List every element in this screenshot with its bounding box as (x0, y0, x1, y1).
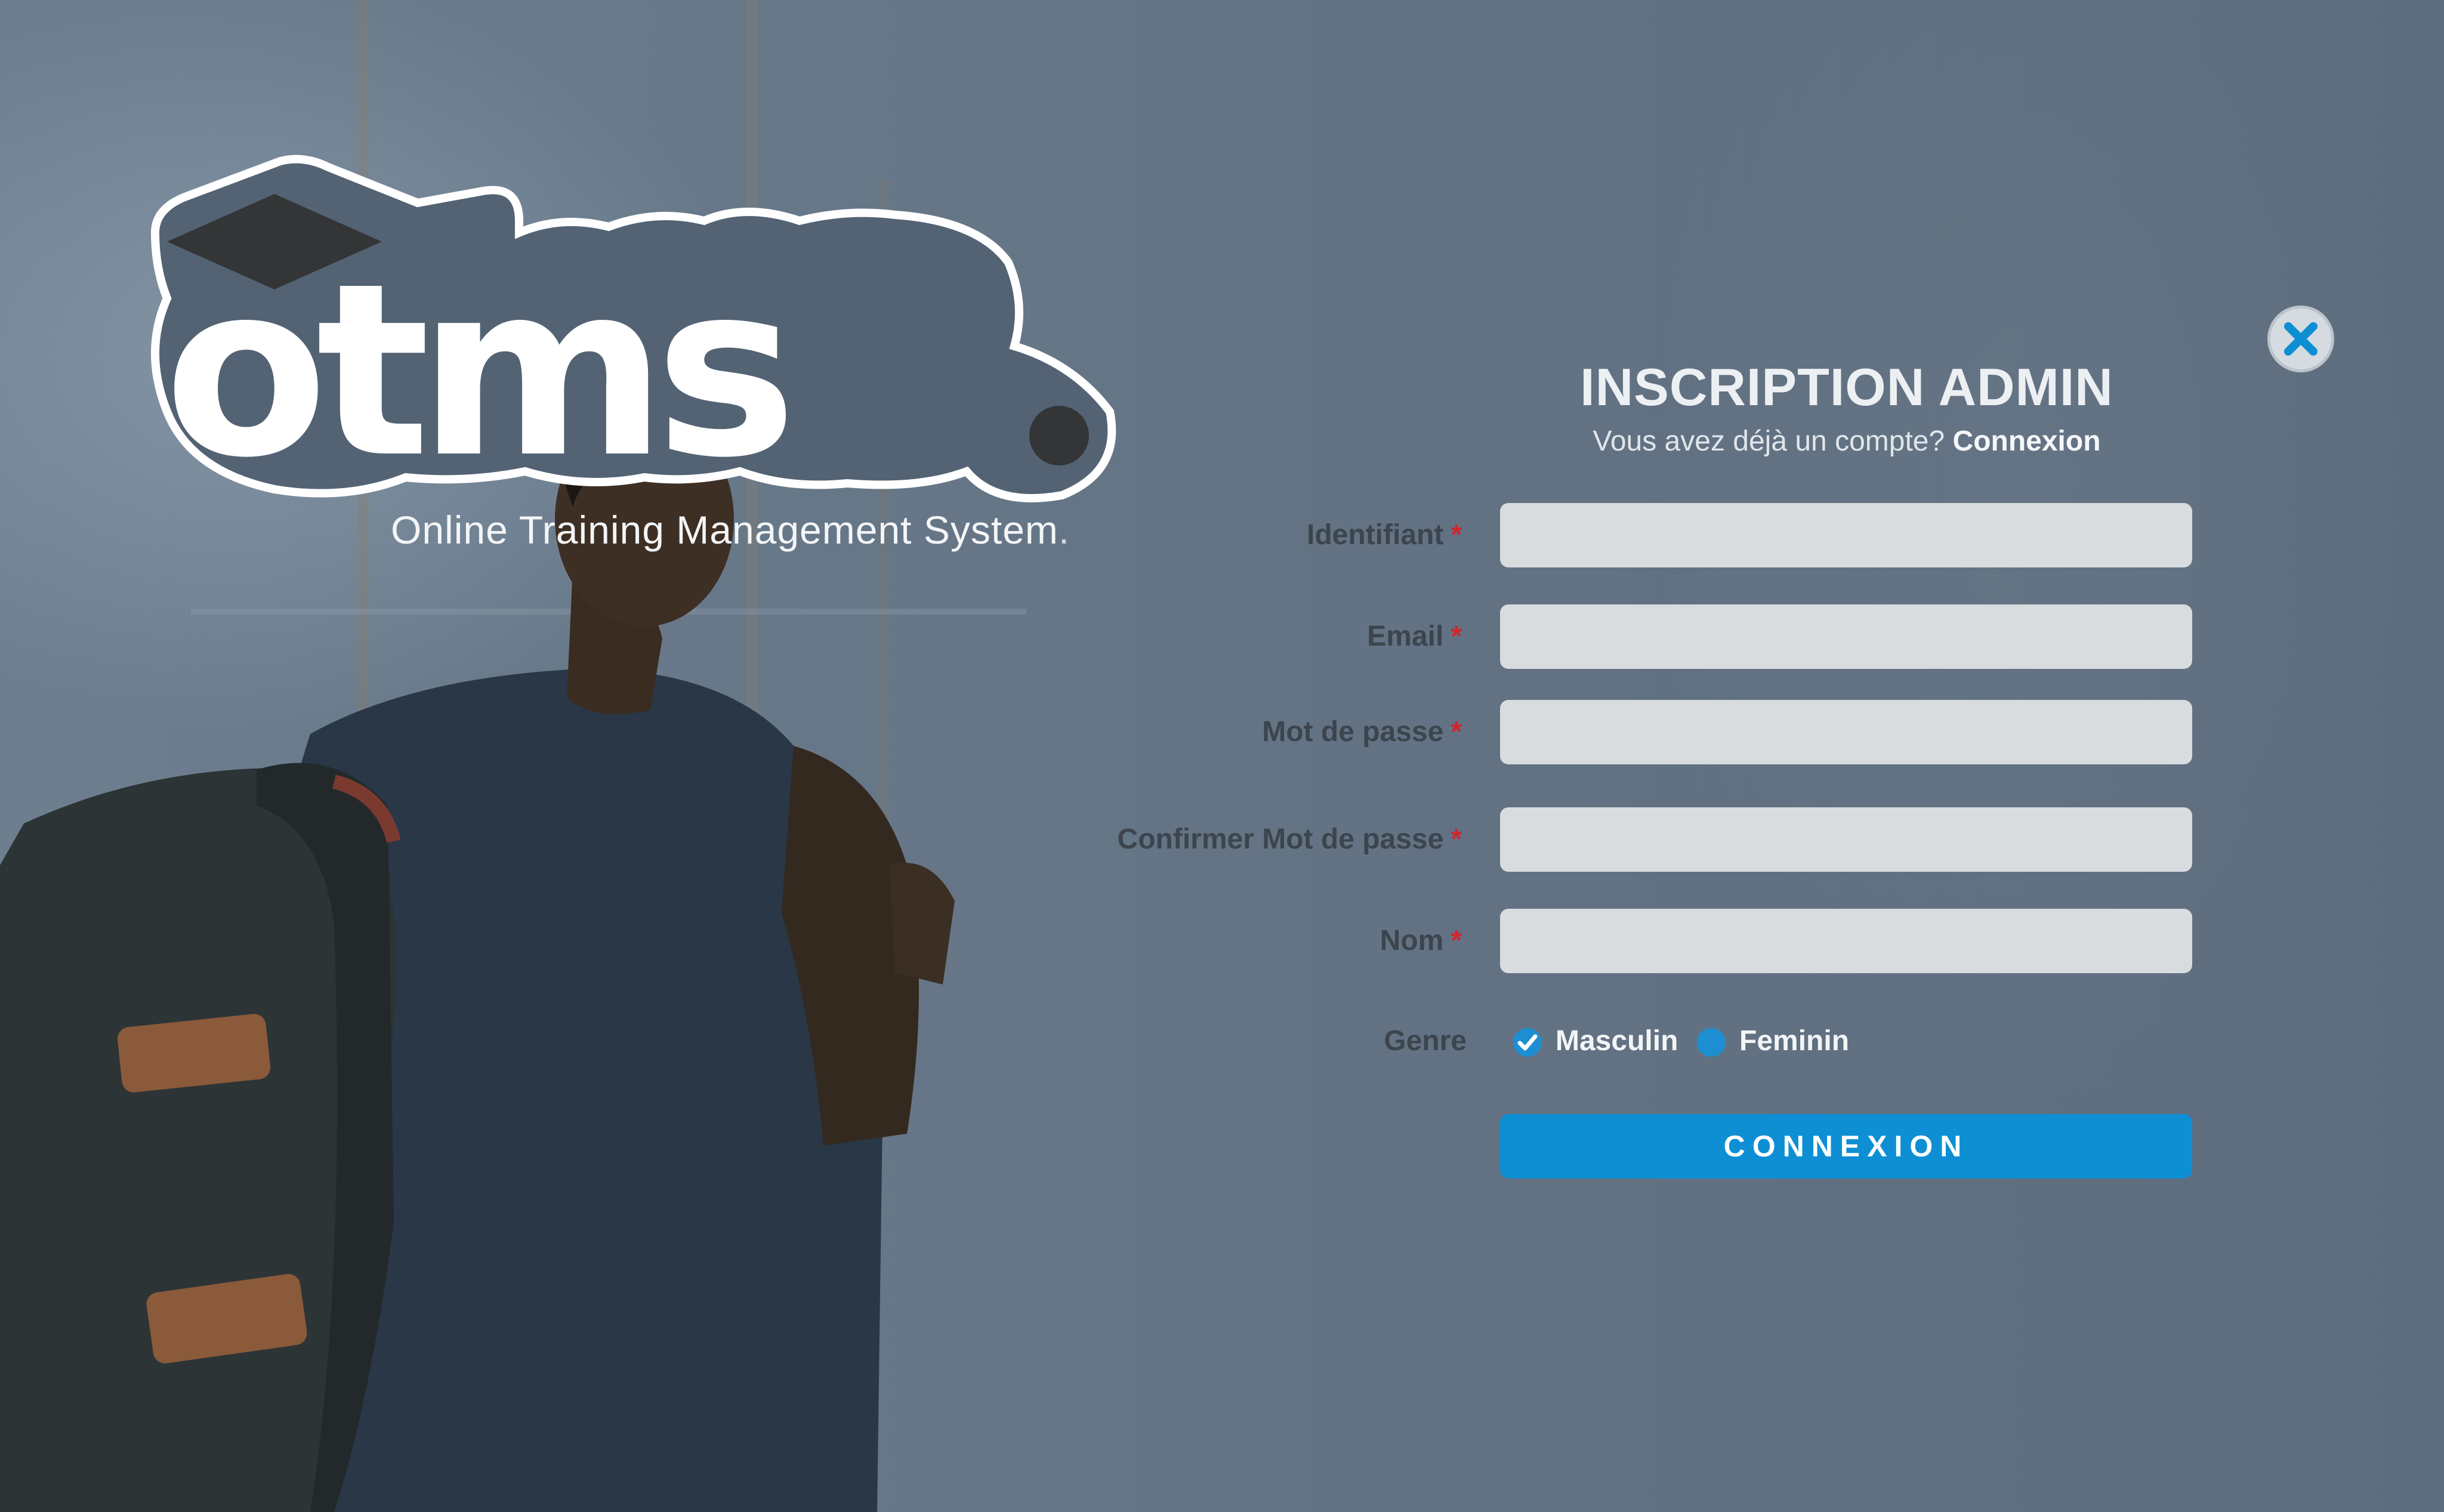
identifiant-input[interactable] (1500, 503, 2192, 567)
genre-row: Genre Masculin Feminin (0, 1014, 2444, 1068)
radio-feminin[interactable] (1697, 1028, 1726, 1057)
field-row-password: Mot de passe * (0, 700, 2444, 764)
form-title: INSCRIPTION ADMIN (1580, 357, 2113, 416)
confirm-password-input[interactable] (1500, 807, 2192, 872)
submit-button[interactable]: CONNEXION (1500, 1114, 2192, 1178)
confirm-password-label: Confirmer Mot de passe * (1117, 823, 1462, 855)
field-row-nom: Nom * (0, 909, 2444, 973)
nom-label: Nom * (1380, 925, 1462, 956)
field-row-confirm-password: Confirmer Mot de passe * (0, 807, 2444, 872)
close-button[interactable] (2267, 306, 2334, 372)
identifiant-label: Identifiant * (1307, 519, 1462, 551)
checkmark-icon (1517, 1034, 1538, 1051)
radio-masculin-label[interactable]: Masculin (1556, 1014, 1678, 1068)
email-label: Email * (1367, 621, 1462, 652)
field-row-identifiant: Identifiant * (0, 503, 2444, 567)
radio-masculin[interactable] (1513, 1028, 1542, 1057)
otms-logo-graphic: otms (150, 155, 1116, 510)
email-input[interactable] (1500, 604, 2192, 669)
genre-label: Genre (1384, 1025, 1467, 1057)
nom-input[interactable] (1500, 909, 2192, 973)
required-mark: * (1451, 621, 1462, 652)
subtitle-text: Vous avez déjà un compte? (1593, 425, 1945, 457)
login-link[interactable]: Connexion (1953, 425, 2101, 457)
required-mark: * (1451, 716, 1462, 748)
form-subtitle: Vous avez déjà un compte? Connexion (1539, 425, 2154, 458)
required-mark: * (1451, 925, 1462, 956)
password-label: Mot de passe * (1262, 716, 1462, 748)
radio-feminin-label[interactable]: Feminin (1739, 1014, 1849, 1068)
required-mark: * (1451, 519, 1462, 551)
close-icon (2284, 322, 2318, 356)
required-mark: * (1451, 823, 1462, 855)
password-input[interactable] (1500, 700, 2192, 764)
field-row-email: Email * (0, 604, 2444, 669)
